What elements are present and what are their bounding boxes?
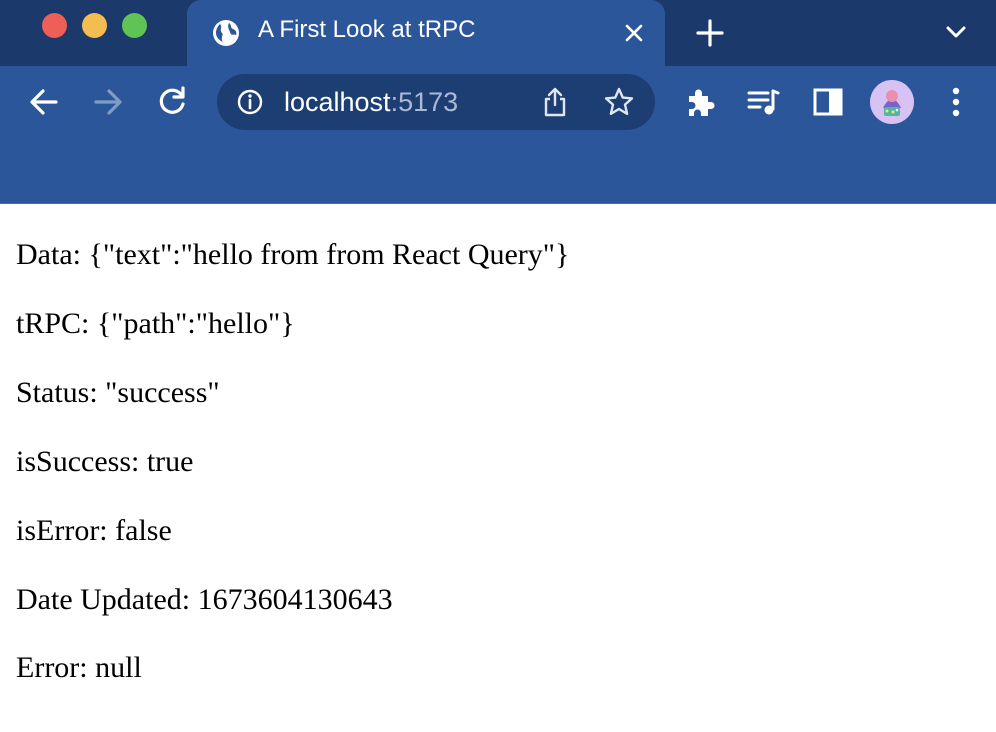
minimize-window-button[interactable]	[82, 13, 107, 38]
address-bar[interactable]: localhost:5173	[217, 74, 655, 130]
status-line: Status: "success"	[16, 376, 220, 409]
active-tab[interactable]: A First Look at tRPC	[187, 0, 665, 66]
new-tab-plus-icon[interactable]	[693, 16, 727, 50]
info-icon[interactable]	[236, 88, 264, 116]
trpc-line: tRPC: {"path":"hello"}	[16, 307, 295, 340]
url-host: localhost	[284, 87, 391, 117]
side-panel-icon[interactable]	[811, 85, 845, 119]
close-icon	[625, 24, 643, 42]
page-content: Data: {"text":"hello from from React Que…	[0, 204, 996, 732]
error-line: Error: null	[16, 651, 142, 684]
tab-strip: A First Look at tRPC	[0, 0, 996, 66]
more-menu-icon[interactable]	[940, 84, 972, 120]
data-line: Data: {"text":"hello from from React Que…	[16, 238, 570, 271]
browser-chrome: A First Look at tRPC localhost:5173	[0, 0, 996, 204]
reload-icon[interactable]	[154, 84, 190, 120]
globe-icon	[213, 20, 239, 46]
back-arrow-icon[interactable]	[26, 84, 62, 120]
avatar-image	[870, 80, 914, 124]
share-icon[interactable]	[540, 86, 570, 118]
close-tab-button[interactable]	[619, 18, 649, 48]
bookmark-star-icon[interactable]	[603, 86, 635, 118]
date-updated-line: Date Updated: 1673604130643	[16, 583, 393, 616]
media-controls-icon[interactable]	[746, 85, 780, 119]
chevron-down-icon[interactable]	[942, 18, 970, 46]
is-error-line: isError: false	[16, 514, 172, 547]
forward-arrow-icon[interactable]	[90, 84, 126, 120]
is-success-line: isSuccess: true	[16, 445, 194, 478]
close-window-button[interactable]	[42, 13, 67, 38]
tab-title: A First Look at tRPC	[258, 16, 476, 43]
url-text[interactable]: localhost:5173	[284, 85, 458, 119]
profile-avatar[interactable]	[870, 80, 914, 124]
zoom-window-button[interactable]	[122, 13, 147, 38]
extensions-puzzle-icon[interactable]	[683, 85, 717, 119]
url-port: :5173	[390, 87, 459, 117]
